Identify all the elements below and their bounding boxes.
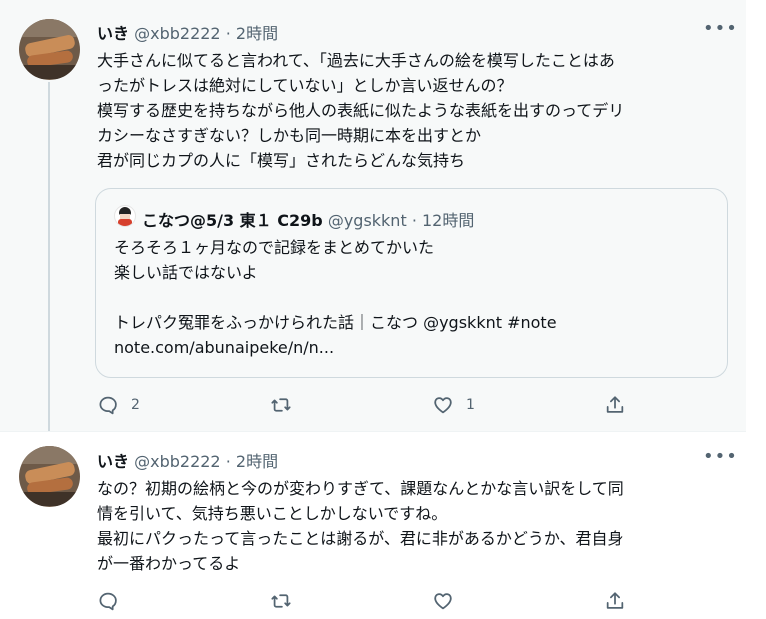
heart-icon bbox=[434, 593, 452, 610]
quoted-text-line bbox=[114, 285, 557, 310]
user-handle[interactable]: @xbb2222 bbox=[134, 24, 221, 43]
quoted-timestamp: 12時間 bbox=[422, 211, 475, 230]
quoted-user-handle: @ygskknt bbox=[327, 211, 407, 230]
tweet-actions: 2 1 bbox=[97, 393, 717, 417]
tweet-text-line: 情を引いて、気持ち悪いことしかしないですね。 bbox=[97, 504, 448, 523]
quoted-text-line: そろそろ１ヶ月なので記録をまとめてかいた bbox=[114, 238, 435, 257]
retweet-button[interactable] bbox=[270, 393, 304, 417]
more-options-icon[interactable]: ••• bbox=[703, 446, 738, 467]
reply-button[interactable] bbox=[97, 589, 131, 613]
separator-dot: · bbox=[411, 211, 417, 230]
quoted-text-line: 楽しい話ではないよ bbox=[114, 263, 258, 282]
retweet-icon bbox=[271, 594, 291, 608]
user-handle[interactable]: @xbb2222 bbox=[134, 452, 221, 471]
timestamp[interactable]: 2時間 bbox=[236, 452, 278, 471]
tweet-text-line: カシーなさすぎない？しかも同一時期に本を出すとか bbox=[97, 126, 482, 145]
tweet-actions bbox=[97, 589, 717, 613]
tweet-header: いき @xbb2222 · 2時間 bbox=[97, 448, 278, 471]
quoted-text: そろそろ１ヶ月なので記録をまとめてかいた 楽しい話ではないよ トレパク冤罪をふっ… bbox=[114, 235, 557, 360]
tweet-text-line: 模写する歴史を持ちながら他人の表紙に似たような表紙を出すのってデリ bbox=[97, 101, 625, 120]
quoted-text-line: トレパク冤罪をふっかけられた話｜こなつ @ygskknt #note bbox=[114, 313, 557, 332]
retweet-button[interactable] bbox=[270, 589, 304, 613]
more-options-icon[interactable]: ••• bbox=[703, 18, 738, 39]
like-button[interactable] bbox=[432, 589, 466, 613]
reply-icon bbox=[99, 592, 117, 611]
quoted-header: こなつ@5/3 東１ C29b @ygskknt · 12時間 bbox=[142, 207, 474, 231]
tweet-text: なの？初期の絵柄と今のが変わりすぎて、課題なんとかな言い訳をして同 情を引いて、… bbox=[97, 476, 737, 576]
like-button[interactable]: 1 bbox=[432, 393, 475, 417]
quoted-avatar bbox=[114, 205, 136, 227]
like-count: 1 bbox=[466, 397, 475, 413]
quoted-display-name: こなつ@5/3 東１ C29b bbox=[142, 211, 323, 230]
avatar[interactable] bbox=[19, 446, 80, 507]
share-icon bbox=[606, 396, 624, 413]
separator-dot: · bbox=[225, 452, 231, 471]
thread-line bbox=[48, 82, 50, 432]
share-button[interactable] bbox=[604, 589, 626, 613]
reply-count: 2 bbox=[131, 397, 140, 413]
heart-icon bbox=[434, 397, 452, 414]
display-name[interactable]: いき bbox=[97, 452, 129, 471]
tweet-text-line: が一番わかってるよ bbox=[97, 554, 241, 573]
tweet-text-line: 最初にパクったって言ったことは謝るが、君に非があるかどうか、君自身 bbox=[97, 529, 624, 548]
tweet-1[interactable]: いき @xbb2222 · 2時間 ••• 大手さんに似てると言われて、「過去に… bbox=[0, 0, 746, 432]
tweet-text-line: なの？初期の絵柄と今のが変わりすぎて、課題なんとかな言い訳をして同 bbox=[97, 479, 624, 498]
separator-dot: · bbox=[225, 24, 231, 43]
timestamp[interactable]: 2時間 bbox=[236, 24, 278, 43]
quoted-text-line: note.com/abunaipeke/n/n... bbox=[114, 338, 335, 357]
share-icon bbox=[606, 592, 624, 609]
reply-icon bbox=[99, 396, 117, 415]
share-button[interactable] bbox=[604, 393, 626, 417]
reply-button[interactable]: 2 bbox=[97, 393, 140, 417]
retweet-icon bbox=[271, 398, 291, 412]
tweet-text: 大手さんに似てると言われて、「過去に大手さんの絵を模写したことはあ ったがトレス… bbox=[97, 48, 737, 173]
avatar[interactable] bbox=[19, 19, 80, 80]
tweet-text-line: 大手さんに似てると言われて、「過去に大手さんの絵を模写したことはあ bbox=[97, 51, 615, 70]
tweet-text-line: 君が同じカプの人に「模写」されたらどんな気持ち bbox=[97, 151, 466, 170]
display-name[interactable]: いき bbox=[97, 24, 129, 43]
tweet-2[interactable]: いき @xbb2222 · 2時間 ••• なの？初期の絵柄と今のが変わりすぎて… bbox=[0, 432, 746, 619]
tweet-header: いき @xbb2222 · 2時間 bbox=[97, 20, 278, 43]
tweet-text-line: ったがトレスは絶対にしていない」としか言い返せんの？ bbox=[97, 76, 513, 95]
quoted-tweet-card[interactable]: こなつ@5/3 東１ C29b @ygskknt · 12時間 そろそろ１ヶ月な… bbox=[95, 188, 728, 378]
